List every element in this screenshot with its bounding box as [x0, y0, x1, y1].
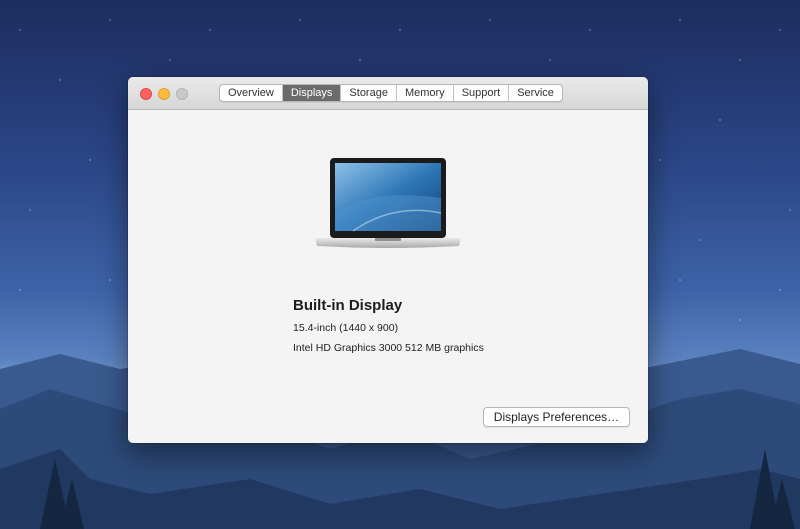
laptop-icon	[315, 158, 461, 248]
tab-overview[interactable]: Overview	[220, 85, 283, 101]
title-bar: Overview Displays Storage Memory Support…	[128, 77, 648, 110]
tab-displays[interactable]: Displays	[282, 85, 342, 101]
close-window-button[interactable]	[140, 88, 152, 100]
system-information-window: Overview Displays Storage Memory Support…	[128, 77, 648, 443]
tab-support[interactable]: Support	[454, 85, 510, 101]
display-title: Built-in Display	[293, 297, 403, 314]
tab-storage[interactable]: Storage	[341, 85, 397, 101]
tab-service[interactable]: Service	[509, 85, 562, 101]
zoom-window-button[interactable]	[176, 88, 188, 100]
displays-preferences-button[interactable]: Displays Preferences…	[483, 407, 630, 427]
display-resolution: 15.4-inch (1440 x 900)	[293, 322, 399, 334]
display-graphics: Intel HD Graphics 3000 512 MB graphics	[293, 342, 484, 354]
tab-bar: Overview Displays Storage Memory Support…	[219, 84, 563, 102]
displays-content: Built-in Display 15.4-inch (1440 x 900) …	[128, 110, 648, 443]
minimize-window-button[interactable]	[158, 88, 170, 100]
tab-memory[interactable]: Memory	[397, 85, 454, 101]
